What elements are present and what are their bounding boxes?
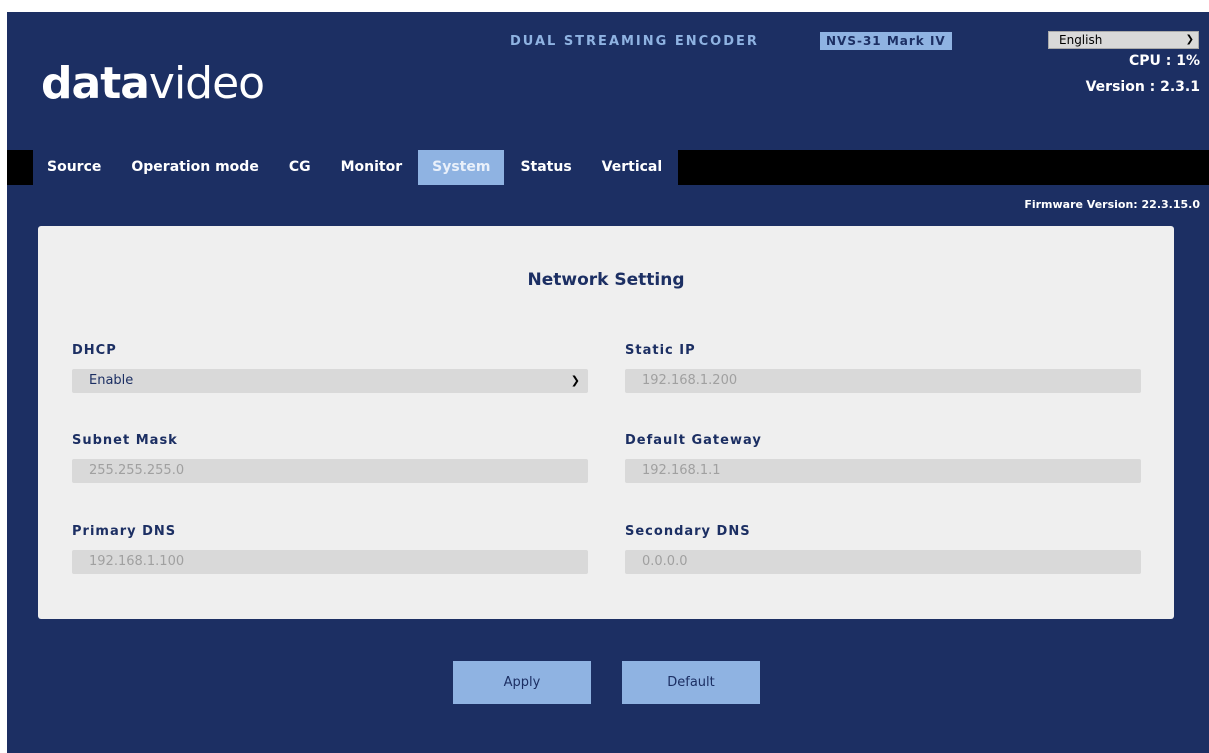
primary-dns-field: Primary DNS 192.168.1.100 (72, 523, 588, 574)
app-frame: datavideo DUAL STREAMING ENCODER NVS-31 … (7, 12, 1209, 753)
product-line-text: DUAL STREAMING ENCODER (510, 34, 759, 49)
default-gateway-input[interactable]: 192.168.1.1 (625, 459, 1141, 483)
dhcp-label: DHCP (72, 343, 117, 358)
primary-dns-label: Primary DNS (72, 524, 177, 539)
secondary-dns-input[interactable]: 0.0.0.0 (625, 550, 1141, 574)
nav-bar: Source Operation mode CG Monitor System … (7, 150, 1209, 185)
version-label: Version : 2.3.1 (1085, 79, 1200, 95)
nav-tabs: Source Operation mode CG Monitor System … (33, 150, 679, 185)
secondary-dns-label: Secondary DNS (625, 524, 751, 539)
subnet-mask-field: Subnet Mask 255.255.255.0 (72, 432, 588, 483)
tab-status[interactable]: Status (506, 150, 588, 185)
tab-monitor[interactable]: Monitor (326, 150, 419, 185)
secondary-dns-field: Secondary DNS 0.0.0.0 (625, 523, 1141, 574)
tab-source[interactable]: Source (33, 150, 118, 185)
tab-operation-mode[interactable]: Operation mode (117, 150, 275, 185)
primary-dns-input[interactable]: 192.168.1.100 (72, 550, 588, 574)
cpu-usage: CPU : 1% (1128, 53, 1200, 69)
static-ip-field: Static IP 192.168.1.200 (625, 342, 1141, 393)
dhcp-field: DHCP Enable ❯ (72, 342, 588, 393)
dhcp-select[interactable]: Enable ❯ (72, 369, 588, 393)
tab-cg[interactable]: CG (274, 150, 327, 185)
panel-title: Network Setting (527, 270, 685, 290)
language-select-value: English (1059, 33, 1103, 47)
network-settings-panel: Network Setting DHCP Enable ❯ Static IP … (38, 226, 1174, 619)
firmware-version: Firmware Version: 22.3.15.0 (1024, 198, 1200, 211)
tab-vertical[interactable]: Vertical (587, 150, 679, 185)
default-gateway-field: Default Gateway 192.168.1.1 (625, 432, 1141, 483)
model-badge: NVS-31 Mark IV (820, 32, 952, 50)
subnet-mask-label: Subnet Mask (72, 433, 178, 448)
apply-button[interactable]: Apply (453, 661, 591, 704)
tab-system[interactable]: System (418, 150, 507, 185)
dhcp-select-value: Enable (89, 373, 134, 388)
chevron-down-icon: ❯ (570, 374, 580, 387)
language-select[interactable]: English ❯ (1048, 31, 1199, 49)
default-gateway-label: Default Gateway (625, 433, 762, 448)
datavideo-logo: datavideo (41, 58, 265, 109)
static-ip-input[interactable]: 192.168.1.200 (625, 369, 1141, 393)
subnet-mask-input[interactable]: 255.255.255.0 (72, 459, 588, 483)
chevron-down-icon: ❯ (1185, 34, 1194, 45)
default-button[interactable]: Default (622, 661, 760, 704)
static-ip-label: Static IP (625, 343, 696, 358)
